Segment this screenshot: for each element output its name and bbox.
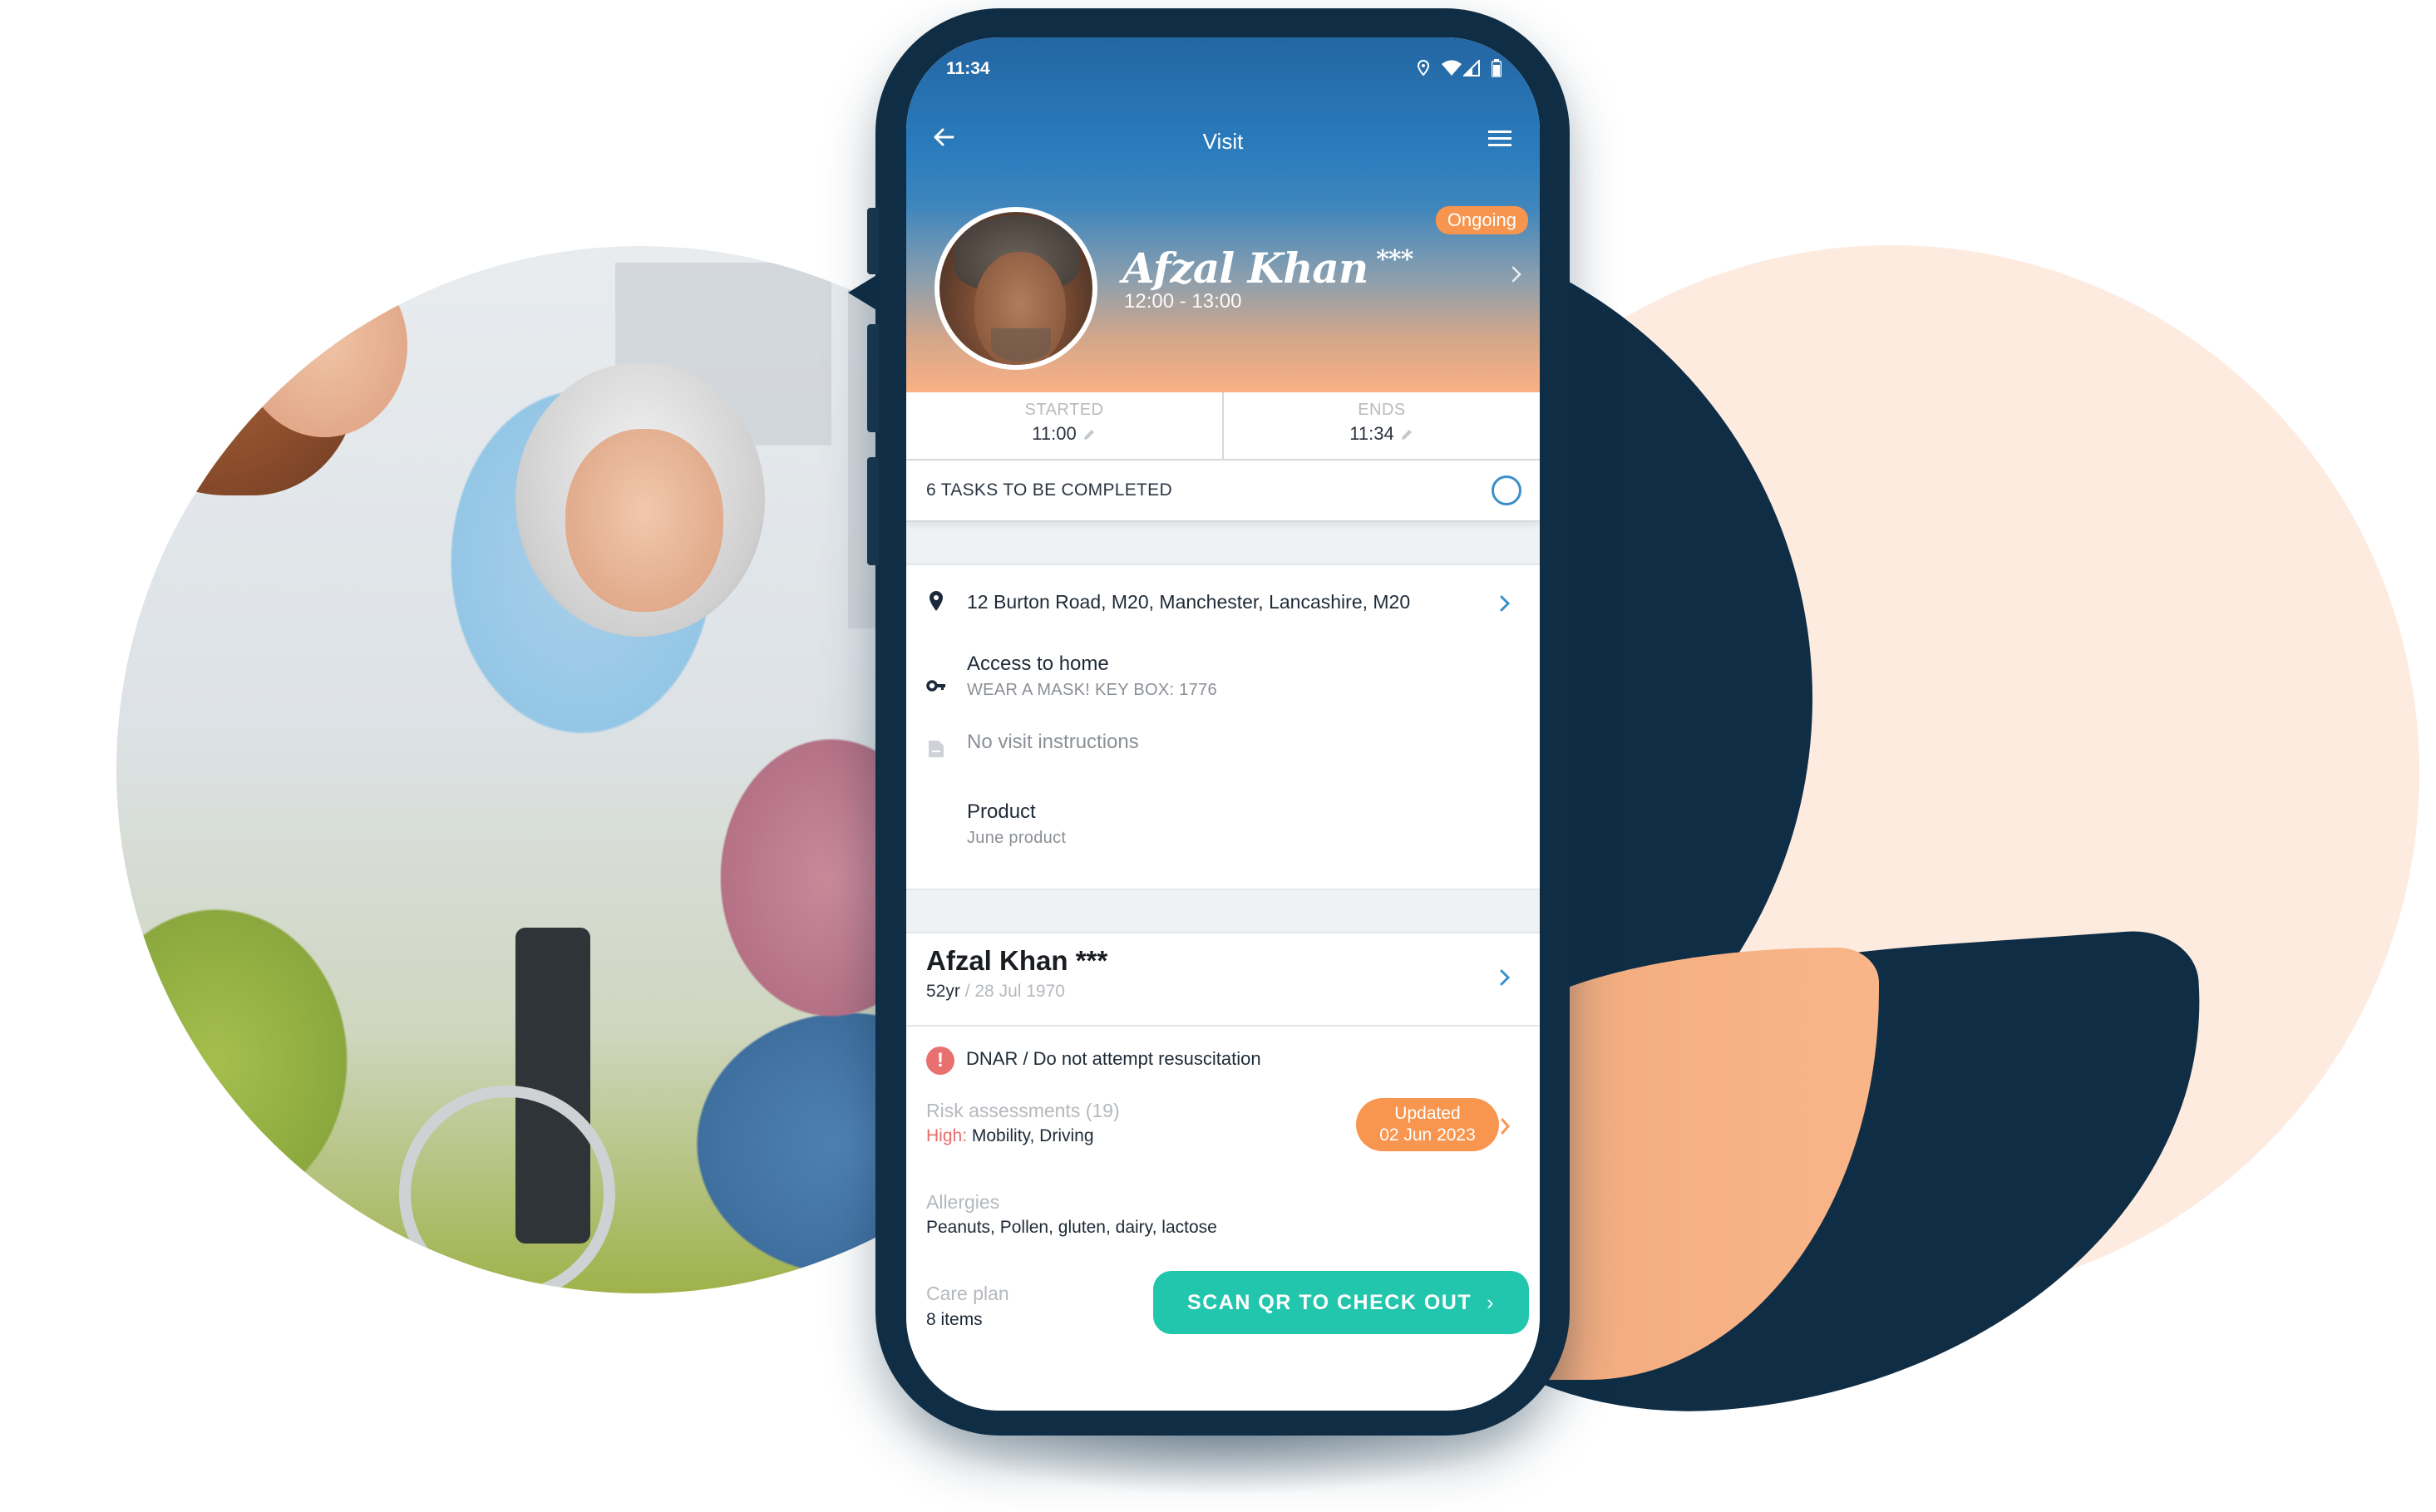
visit-time-range: 12:00 - 13:00 bbox=[1124, 290, 1242, 313]
visit-header: 11:34 Visit Afzal Khan *** 12:00 - 13:00 … bbox=[906, 37, 1540, 392]
chevron-right-icon[interactable] bbox=[1500, 1116, 1511, 1136]
battery-icon bbox=[1492, 59, 1502, 77]
instructions-text: No visit instructions bbox=[967, 731, 1139, 753]
ends-time-text: 11:34 bbox=[1349, 423, 1394, 444]
phone-pointer bbox=[848, 274, 878, 311]
chevron-right-icon: › bbox=[1487, 1291, 1495, 1314]
started-time-text: 11:00 bbox=[1032, 423, 1077, 444]
visit-patient-name-stars: *** bbox=[1376, 245, 1413, 274]
allergies-list: Peanuts, Pollen, gluten, dairy, lactose bbox=[926, 1218, 1217, 1237]
access-row: Access to home WEAR A MASK! KEY BOX: 177… bbox=[906, 653, 1540, 711]
chevron-right-icon[interactable] bbox=[1508, 262, 1525, 287]
risk-updated-badge[interactable]: Updated 02 Jun 2023 bbox=[1356, 1098, 1499, 1151]
risk-updated-label: Updated bbox=[1394, 1104, 1461, 1123]
risk-level-label: High: bbox=[926, 1126, 968, 1145]
care-plan-title[interactable]: Care plan bbox=[926, 1283, 1009, 1305]
chevron-right-icon[interactable] bbox=[1498, 967, 1511, 988]
product-row: Product June product bbox=[906, 800, 1540, 859]
hamburger-menu-icon[interactable] bbox=[1485, 127, 1515, 150]
page-title: Visit bbox=[1202, 129, 1244, 154]
phone-volume-up-button bbox=[867, 324, 879, 432]
wifi-icon bbox=[1442, 60, 1462, 76]
visit-patient-name[interactable]: Afzal Khan *** bbox=[1122, 244, 1413, 293]
status-icons bbox=[1417, 59, 1502, 77]
patient-name-text: Afzal Khan bbox=[926, 945, 1068, 976]
ends-value: 11:34 bbox=[1224, 423, 1540, 445]
map-pin-icon bbox=[930, 591, 943, 611]
status-time: 11:34 bbox=[946, 59, 990, 78]
ends-time-cell[interactable]: ENDS 11:34 bbox=[1222, 392, 1540, 459]
ends-label: ENDS bbox=[1358, 401, 1406, 419]
key-icon bbox=[926, 680, 945, 692]
patient-dob: 28 Jul 1970 bbox=[974, 982, 1065, 1001]
scan-qr-label: SCAN QR TO CHECK OUT bbox=[1187, 1291, 1472, 1314]
tasks-progress-ring bbox=[1492, 475, 1521, 505]
section-spacer bbox=[906, 889, 1540, 933]
photo-wheelchair-wheel bbox=[399, 1086, 615, 1293]
care-plan-count: 8 items bbox=[926, 1310, 983, 1329]
phone-screen: 11:34 Visit Afzal Khan *** 12:00 - 13:00 … bbox=[906, 37, 1540, 1411]
scan-qr-checkout-button[interactable]: SCAN QR TO CHECK OUT › bbox=[1153, 1271, 1529, 1334]
access-note: WEAR A MASK! KEY BOX: 1776 bbox=[967, 681, 1217, 699]
signal-icon bbox=[1463, 60, 1480, 76]
phone-side-button bbox=[867, 208, 879, 274]
started-time-cell[interactable]: STARTED 11:00 bbox=[906, 392, 1222, 459]
pencil-icon[interactable] bbox=[1082, 427, 1097, 442]
instructions-row: No visit instructions bbox=[906, 729, 1540, 762]
document-icon bbox=[929, 741, 944, 757]
patient-age-text: 52yr bbox=[926, 982, 960, 1001]
alert-icon: ! bbox=[926, 1047, 954, 1075]
phone-volume-down-button bbox=[867, 457, 879, 565]
product-title: Product bbox=[967, 800, 1036, 823]
visit-patient-name-text: Afzal Khan bbox=[1122, 244, 1368, 293]
started-value: 11:00 bbox=[906, 423, 1222, 445]
avatar-beard bbox=[991, 328, 1051, 362]
section-spacer bbox=[906, 520, 1540, 565]
product-value: June product bbox=[967, 829, 1067, 847]
started-label: STARTED bbox=[1024, 401, 1104, 419]
risk-assessments-title: Risk assessments (19) bbox=[926, 1100, 1120, 1121]
address-row[interactable]: 12 Burton Road, M20, Manchester, Lancash… bbox=[906, 586, 1540, 619]
status-badge: Ongoing bbox=[1435, 206, 1528, 234]
patient-name: Afzal Khan *** bbox=[926, 945, 1107, 977]
risk-assessments-summary: High: Mobility, Driving bbox=[926, 1126, 1094, 1146]
pencil-icon[interactable] bbox=[1399, 427, 1414, 442]
photo-caregiver-face bbox=[241, 254, 407, 437]
risk-items: Mobility, Driving bbox=[971, 1126, 1094, 1145]
risk-updated-date: 02 Jun 2023 bbox=[1379, 1125, 1476, 1145]
patient-name-stars: *** bbox=[1075, 945, 1108, 976]
location-icon bbox=[1417, 60, 1430, 76]
visit-times: STARTED 11:00 ENDS 11:34 bbox=[906, 392, 1540, 460]
allergies-title: Allergies bbox=[926, 1191, 1000, 1213]
address-text: 12 Burton Road, M20, Manchester, Lancash… bbox=[967, 591, 1411, 613]
chevron-right-icon[interactable] bbox=[1498, 593, 1511, 614]
tasks-row[interactable]: 6 TASKS TO BE COMPLETED bbox=[906, 460, 1540, 520]
tasks-label: 6 TASKS TO BE COMPLETED bbox=[926, 480, 1172, 500]
dnar-text: DNAR / Do not attempt resuscitation bbox=[966, 1048, 1261, 1069]
photo-elder-face bbox=[565, 429, 723, 612]
patient-age: 52yr / 28 Jul 1970 bbox=[926, 982, 1065, 1001]
divider bbox=[906, 1025, 1540, 1027]
patient-avatar bbox=[934, 207, 1097, 370]
access-title: Access to home bbox=[967, 653, 1109, 675]
